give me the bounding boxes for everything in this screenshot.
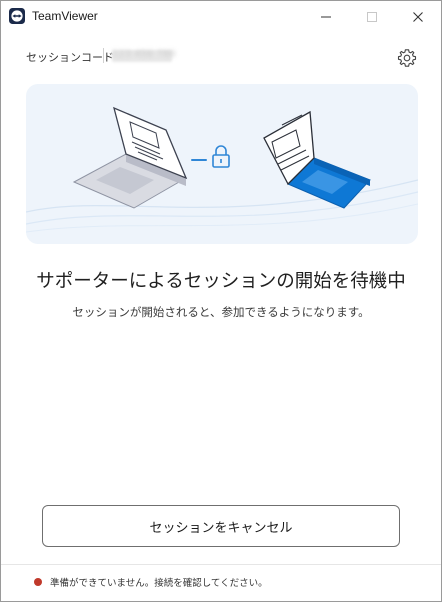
right-laptop-icon xyxy=(263,110,371,209)
session-code-value[interactable]: 123 456 789 xyxy=(112,49,176,60)
minimize-button[interactable] xyxy=(303,1,349,32)
settings-gear-icon[interactable] xyxy=(397,48,417,68)
status-dot-icon xyxy=(34,578,42,586)
maximize-button[interactable] xyxy=(349,1,395,32)
title-bar[interactable]: TeamViewer xyxy=(1,1,441,32)
maximize-icon xyxy=(367,11,377,22)
app-title: TeamViewer xyxy=(32,9,98,23)
lock-icon xyxy=(212,145,230,168)
cancel-session-button[interactable]: セッションをキャンセル xyxy=(42,505,400,547)
left-laptop-icon xyxy=(72,106,188,209)
footer-divider xyxy=(1,564,441,565)
close-icon xyxy=(413,11,423,22)
close-button[interactable] xyxy=(395,1,441,32)
session-divider xyxy=(103,48,104,63)
waiting-subline: セッションが開始されると、参加できるようになります。 xyxy=(72,305,370,319)
minimize-icon xyxy=(321,16,331,17)
teamviewer-window: TeamViewer セッションコード 123 456 789 サポーターによる… xyxy=(0,0,442,602)
teamviewer-logo-icon xyxy=(9,8,25,24)
connection-illustration xyxy=(26,84,418,244)
waiting-headline: サポーターによるセッションの開始を待機中 xyxy=(36,271,406,292)
status-text: 準備ができていません。接続を確認してください。 xyxy=(50,578,268,589)
session-code-label: セッションコード xyxy=(26,51,114,64)
